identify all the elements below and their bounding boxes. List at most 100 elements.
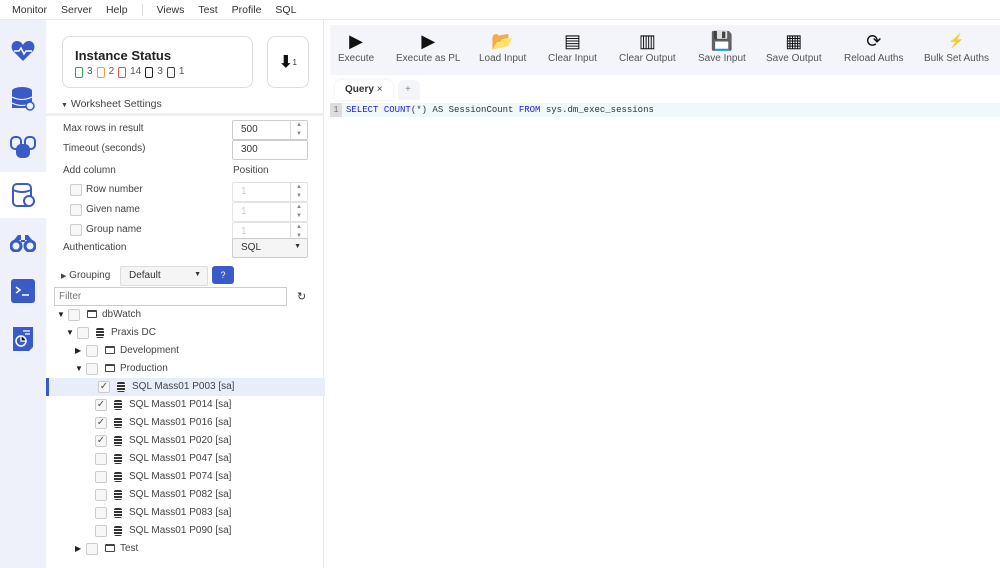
filter-input[interactable] (54, 287, 287, 306)
database-group-icon[interactable] (0, 124, 46, 170)
execute-button[interactable]: ▶ Execute (338, 29, 374, 65)
tree-node[interactable]: ▼ Praxis DC (55, 324, 325, 342)
close-icon[interactable]: × (377, 84, 383, 95)
server-icon (96, 328, 104, 338)
caret-down-icon[interactable]: ▼ (57, 310, 65, 319)
report-icon[interactable] (0, 316, 46, 362)
menu-sql[interactable]: SQL (275, 4, 296, 16)
checkbox[interactable]: ✓ (98, 381, 110, 393)
checkbox[interactable] (70, 204, 82, 216)
position-input[interactable]: 1 ▲ ▼ (232, 202, 308, 222)
tree-node[interactable]: SQL Mass01 P090 [sa] (55, 522, 325, 540)
checkbox[interactable] (95, 471, 107, 483)
checkbox[interactable]: ✓ (95, 435, 107, 447)
bulk-set-auths-button[interactable]: ⚡ Bulk Set Auths (924, 29, 989, 64)
lightning-icon: ⚡ (948, 33, 965, 48)
checkbox[interactable] (95, 525, 107, 537)
checkbox[interactable] (86, 543, 98, 555)
checkbox[interactable] (95, 453, 107, 465)
reload-icon: ⟳ (866, 30, 882, 51)
checkbox[interactable] (95, 489, 107, 501)
tab-query-label: Query (345, 84, 374, 95)
reload-auths-button[interactable]: ⟳ Reload Auths (844, 29, 904, 65)
binoculars-icon[interactable] (0, 220, 46, 266)
menu-views[interactable]: Views (157, 4, 185, 16)
menu-monitor[interactable]: Monitor (12, 4, 47, 16)
clear-output-button[interactable]: ▥ Clear Output (619, 29, 676, 65)
tree-node[interactable]: ▶ Test (55, 540, 325, 558)
add-tab-button[interactable]: + (398, 80, 420, 100)
checkbox[interactable] (86, 345, 98, 357)
caret-right-icon[interactable]: ▶ (75, 346, 81, 355)
grouping-label: Grouping (69, 270, 111, 281)
clear-input-button[interactable]: ▤ Clear Input (548, 29, 597, 65)
max-rows-input[interactable]: 500 ▲ ▼ (232, 120, 308, 140)
caret-right-icon[interactable]: ▶ (75, 544, 81, 553)
max-rows-stepper[interactable]: ▲ ▼ (290, 121, 307, 139)
load-input-button[interactable]: 📂 Load Input (479, 29, 526, 65)
execute-as-pl-button[interactable]: ▶ Execute as PL (396, 29, 460, 65)
caret-down-icon[interactable]: ▼ (66, 328, 74, 337)
terminal-icon[interactable] (0, 268, 46, 314)
caret-right-icon: ▶ (61, 273, 67, 280)
tree-node[interactable]: SQL Mass01 P047 [sa] (55, 450, 325, 468)
checkbox[interactable] (95, 507, 107, 519)
checkbox[interactable]: ✓ (95, 399, 107, 411)
tree-node[interactable]: SQL Mass01 P082 [sa] (55, 486, 325, 504)
refresh-icon[interactable]: ↻ (297, 290, 306, 303)
database-icon (114, 472, 122, 482)
authentication-select[interactable]: SQL ▼ (232, 238, 308, 258)
tree-node[interactable]: SQL Mass01 P074 [sa] (55, 468, 325, 486)
grouping-toggle[interactable]: ▶ Grouping (61, 270, 110, 281)
arrow-down-icon: ⬇ (279, 54, 293, 71)
tree-node-label: SQL Mass01 P003 [sa] (132, 381, 235, 392)
checkbox[interactable]: ✓ (95, 417, 107, 429)
download-button[interactable]: ⬇ 1 (267, 36, 309, 88)
menu-divider (141, 3, 143, 16)
tab-query[interactable]: Query × (335, 80, 393, 100)
checkbox[interactable] (70, 224, 82, 236)
tree-node[interactable]: ✓ SQL Mass01 P016 [sa] (55, 414, 325, 432)
position-value: 1 (241, 226, 247, 237)
instance-status-card[interactable]: Instance Status 3 2 14 3 1 (62, 36, 253, 88)
tree-node[interactable]: ▼ Production (55, 360, 325, 378)
sql-editor[interactable]: 1 SELECT COUNT(*) AS SessionCount FROM sy… (330, 103, 1000, 117)
checkbox[interactable] (68, 309, 80, 321)
max-rows-value: 500 (241, 124, 258, 135)
database-icon (114, 436, 122, 446)
menu-server[interactable]: Server (61, 4, 92, 16)
save-output-button[interactable]: ▦ Save Output (766, 29, 822, 65)
checkbox[interactable] (77, 327, 89, 339)
checkbox[interactable] (86, 363, 98, 375)
column-label: Row number (86, 184, 143, 195)
timeout-input[interactable]: 300 (232, 140, 308, 160)
menu-test[interactable]: Test (198, 4, 217, 16)
tree-node[interactable]: ▼ dbWatch (55, 306, 325, 324)
function-count: COUNT (383, 105, 411, 115)
worksheet-settings-toggle[interactable]: ▼ Worksheet Settings (61, 98, 162, 110)
database-settings-icon[interactable] (0, 76, 46, 122)
clear-output-icon: ▥ (638, 30, 656, 51)
tree-node[interactable]: ▶ Development (55, 342, 325, 360)
database-icon (114, 526, 122, 536)
checkbox[interactable] (70, 184, 82, 196)
max-rows-label: Max rows in result (63, 123, 144, 134)
clear-input-label: Clear Input (548, 53, 597, 64)
position-stepper[interactable]: ▲ ▼ (290, 183, 307, 201)
heart-pulse-icon[interactable] (0, 28, 46, 74)
grouping-select[interactable]: Default ▼ (120, 266, 208, 286)
tree-node[interactable]: ✓ SQL Mass01 P020 [sa] (55, 432, 325, 450)
tree-node-label: Test (120, 543, 139, 554)
position-stepper[interactable]: ▲ ▼ (290, 203, 307, 221)
tree-node[interactable]: SQL Mass01 P083 [sa] (55, 504, 325, 522)
help-button[interactable]: ? (212, 266, 234, 284)
caret-down-icon[interactable]: ▼ (75, 364, 83, 373)
tree-node-label: SQL Mass01 P016 [sa] (129, 417, 232, 428)
tree-node[interactable]: ✓ SQL Mass01 P014 [sa] (55, 396, 325, 414)
menu-profile[interactable]: Profile (232, 4, 262, 16)
menu-help[interactable]: Help (106, 4, 128, 16)
database-query-icon[interactable] (0, 172, 46, 218)
tree-node[interactable]: ✓ SQL Mass01 P003 [sa] (46, 378, 325, 396)
save-input-button[interactable]: 💾 Save Input (698, 29, 746, 65)
position-input[interactable]: 1 ▲ ▼ (232, 182, 308, 202)
